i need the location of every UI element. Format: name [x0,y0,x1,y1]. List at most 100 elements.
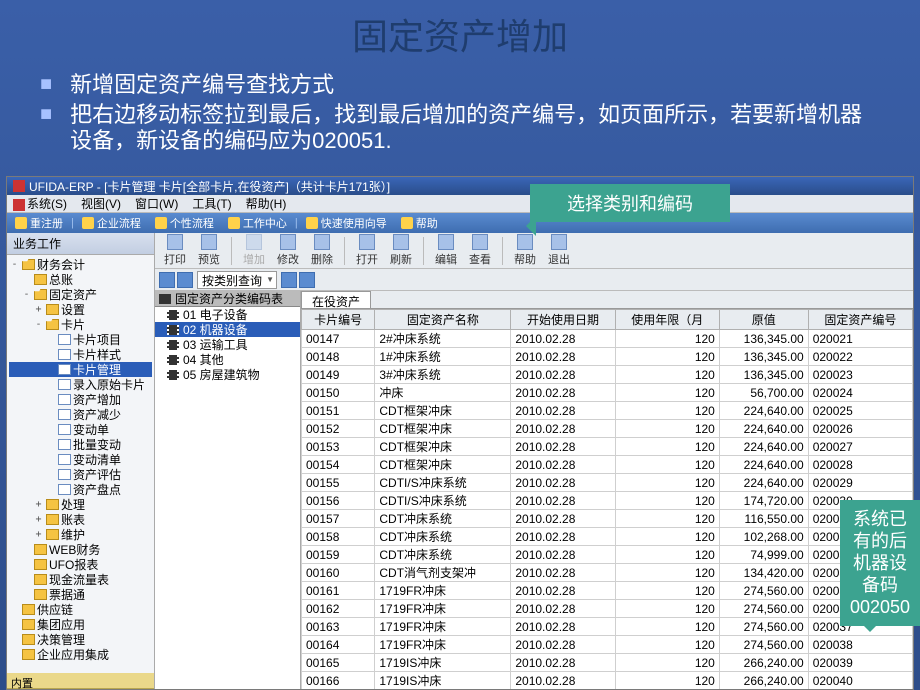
grid-column-header[interactable]: 固定资产名称 [375,310,511,330]
toggle-icon[interactable] [281,272,297,288]
toolbar-button[interactable]: 退出 [545,234,573,267]
menu-window[interactable]: 窗口(W) [135,195,178,212]
tree-node[interactable]: 集团应用 [9,617,152,632]
tree-node[interactable]: 卡片项目 [9,332,152,347]
table-row[interactable]: 00157CDT冲床系统2010.02.28120116,550.0002003… [302,510,913,528]
nav-help[interactable]: 帮助 [401,215,438,231]
toggle-icon[interactable] [159,272,175,288]
tree-node[interactable]: 录入原始卡片 [9,377,152,392]
table-row[interactable]: 00154CDT框架冲床2010.02.28120224,640.0002002… [302,456,913,474]
table-cell: 2010.02.28 [511,492,615,510]
table-row[interactable]: 00152CDT框架冲床2010.02.28120224,640.0002002… [302,420,913,438]
table-row[interactable]: 00160CDT消气剂支架冲2010.02.28120134,420.00020… [302,564,913,582]
category-item[interactable]: 02 机器设备 [155,322,300,337]
tree-toggle-icon[interactable]: - [21,289,32,300]
table-row[interactable]: 001481#冲床系统2010.02.28120136,345.00020022 [302,348,913,366]
toolbar-button[interactable]: 删除 [308,234,336,267]
menu-help[interactable]: 帮助(H) [246,195,287,212]
tree-node[interactable]: 决策管理 [9,632,152,647]
tree-node[interactable]: 变动单 [9,422,152,437]
table-row[interactable]: 001651719IS冲床2010.02.28120266,240.000200… [302,654,913,672]
tree-node[interactable]: WEB财务 [9,542,152,557]
grid-column-header[interactable]: 卡片编号 [302,310,375,330]
table-row[interactable]: 00151CDT框架冲床2010.02.28120224,640.0002002… [302,402,913,420]
tree-node[interactable]: 资产盘点 [9,482,152,497]
tree-node[interactable]: +维护 [9,527,152,542]
tree-toggle-icon[interactable]: + [33,304,44,315]
toolbar-button[interactable]: 帮助 [511,234,539,267]
tree-toggle-icon[interactable]: + [33,514,44,525]
table-row[interactable]: 00159CDT冲床系统2010.02.2812074,999.00020033 [302,546,913,564]
table-row[interactable]: 00155CDTI/S冲床系统2010.02.28120224,640.0002… [302,474,913,492]
menu-system[interactable]: 系统(S) [13,195,67,212]
tree-node[interactable]: 资产增加 [9,392,152,407]
table-row[interactable]: 001631719FR冲床2010.02.28120274,560.000200… [302,618,913,636]
tree-node[interactable]: 资产评估 [9,467,152,482]
toggle-icon[interactable] [299,272,315,288]
category-item[interactable]: 05 房屋建筑物 [155,367,300,382]
toolbar-button[interactable]: 打印 [161,234,189,267]
builtin-bar[interactable]: 内置 [7,673,154,689]
tree-node[interactable]: +设置 [9,302,152,317]
tree-toggle-icon[interactable]: + [33,529,44,540]
table-row[interactable]: 001621719FR冲床2010.02.28120274,560.000200… [302,600,913,618]
grid-column-header[interactable]: 固定资产编号 [808,310,912,330]
tree-node[interactable]: UFO报表 [9,557,152,572]
nav-tree[interactable]: -财务会计总账-固定资产+设置-卡片卡片项目卡片样式卡片管理录入原始卡片资产增加… [7,255,154,673]
table-row[interactable]: 001611719FR冲床2010.02.28120274,560.000200… [302,582,913,600]
category-item[interactable]: 01 电子设备 [155,307,300,322]
grid-column-header[interactable]: 使用年限（月 [615,310,719,330]
tree-node[interactable]: 资产减少 [9,407,152,422]
table-row[interactable]: 001472#冲床系统2010.02.28120136,345.00020021 [302,330,913,348]
table-row[interactable]: 001493#冲床系统2010.02.28120136,345.00020023 [302,366,913,384]
category-item[interactable]: 04 其他 [155,352,300,367]
filter-toggle-icons[interactable] [159,272,193,288]
toolbar-label: 预览 [198,251,220,267]
toolbar-button[interactable]: 查看 [466,234,494,267]
nav-relogin[interactable]: 重注册 [15,215,63,231]
tree-node[interactable]: 总账 [9,272,152,287]
nav-enterprise-flow[interactable]: 企业流程 [82,215,141,231]
nav-work-center[interactable]: 工作中心 [228,215,287,231]
tree-node[interactable]: 批量变动 [9,437,152,452]
nav-personal-flow[interactable]: 个性流程 [155,215,214,231]
grid-column-header[interactable]: 原值 [719,310,808,330]
tree-toggle-icon[interactable]: - [9,259,20,270]
menu-view[interactable]: 视图(V) [81,195,121,212]
category-list[interactable]: 01 电子设备02 机器设备03 运输工具04 其他05 房屋建筑物 [155,307,300,382]
toolbar-button[interactable]: 打开 [353,234,381,267]
tree-node[interactable]: +账表 [9,512,152,527]
nav-quick-guide[interactable]: 快速使用向导 [306,215,387,231]
category-item[interactable]: 03 运输工具 [155,337,300,352]
tree-node[interactable]: 票据通 [9,587,152,602]
filter-toggle-icons[interactable] [281,272,315,288]
tree-toggle-icon[interactable]: + [33,499,44,510]
asset-grid[interactable]: 卡片编号固定资产名称开始使用日期使用年限（月原值固定资产编号001472#冲床系… [301,309,913,689]
tree-node[interactable]: 现金流量表 [9,572,152,587]
filter-mode-select[interactable]: 按类别查询 [197,271,277,289]
tree-node[interactable]: -卡片 [9,317,152,332]
toolbar-button[interactable]: 编辑 [432,234,460,267]
tree-toggle-icon[interactable]: - [33,319,44,330]
tree-node[interactable]: 企业应用集成 [9,647,152,662]
toolbar-button[interactable]: 修改 [274,234,302,267]
tree-node[interactable]: 变动清单 [9,452,152,467]
table-row[interactable]: 00156CDTI/S冲床系统2010.02.28120174,720.0002… [302,492,913,510]
tree-node[interactable]: -财务会计 [9,257,152,272]
table-row[interactable]: 001641719FR冲床2010.02.28120274,560.000200… [302,636,913,654]
toolbar-button[interactable]: 预览 [195,234,223,267]
tree-node[interactable]: 供应链 [9,602,152,617]
menu-tools[interactable]: 工具(T) [192,195,231,212]
tab-active-assets[interactable]: 在役资产 [301,291,371,308]
table-row[interactable]: 00153CDT框架冲床2010.02.28120224,640.0002002… [302,438,913,456]
tree-node[interactable]: -固定资产 [9,287,152,302]
tree-node[interactable]: +处理 [9,497,152,512]
table-row[interactable]: 00150冲床2010.02.2812056,700.00020024 [302,384,913,402]
toggle-icon[interactable] [177,272,193,288]
grid-column-header[interactable]: 开始使用日期 [511,310,615,330]
toolbar-button[interactable]: 刷新 [387,234,415,267]
tree-node[interactable]: 卡片样式 [9,347,152,362]
tree-node[interactable]: 卡片管理 [9,362,152,377]
table-row[interactable]: 00158CDT冲床系统2010.02.28120102,268.0002003… [302,528,913,546]
table-row[interactable]: 001661719IS冲床2010.02.28120266,240.000200… [302,672,913,690]
